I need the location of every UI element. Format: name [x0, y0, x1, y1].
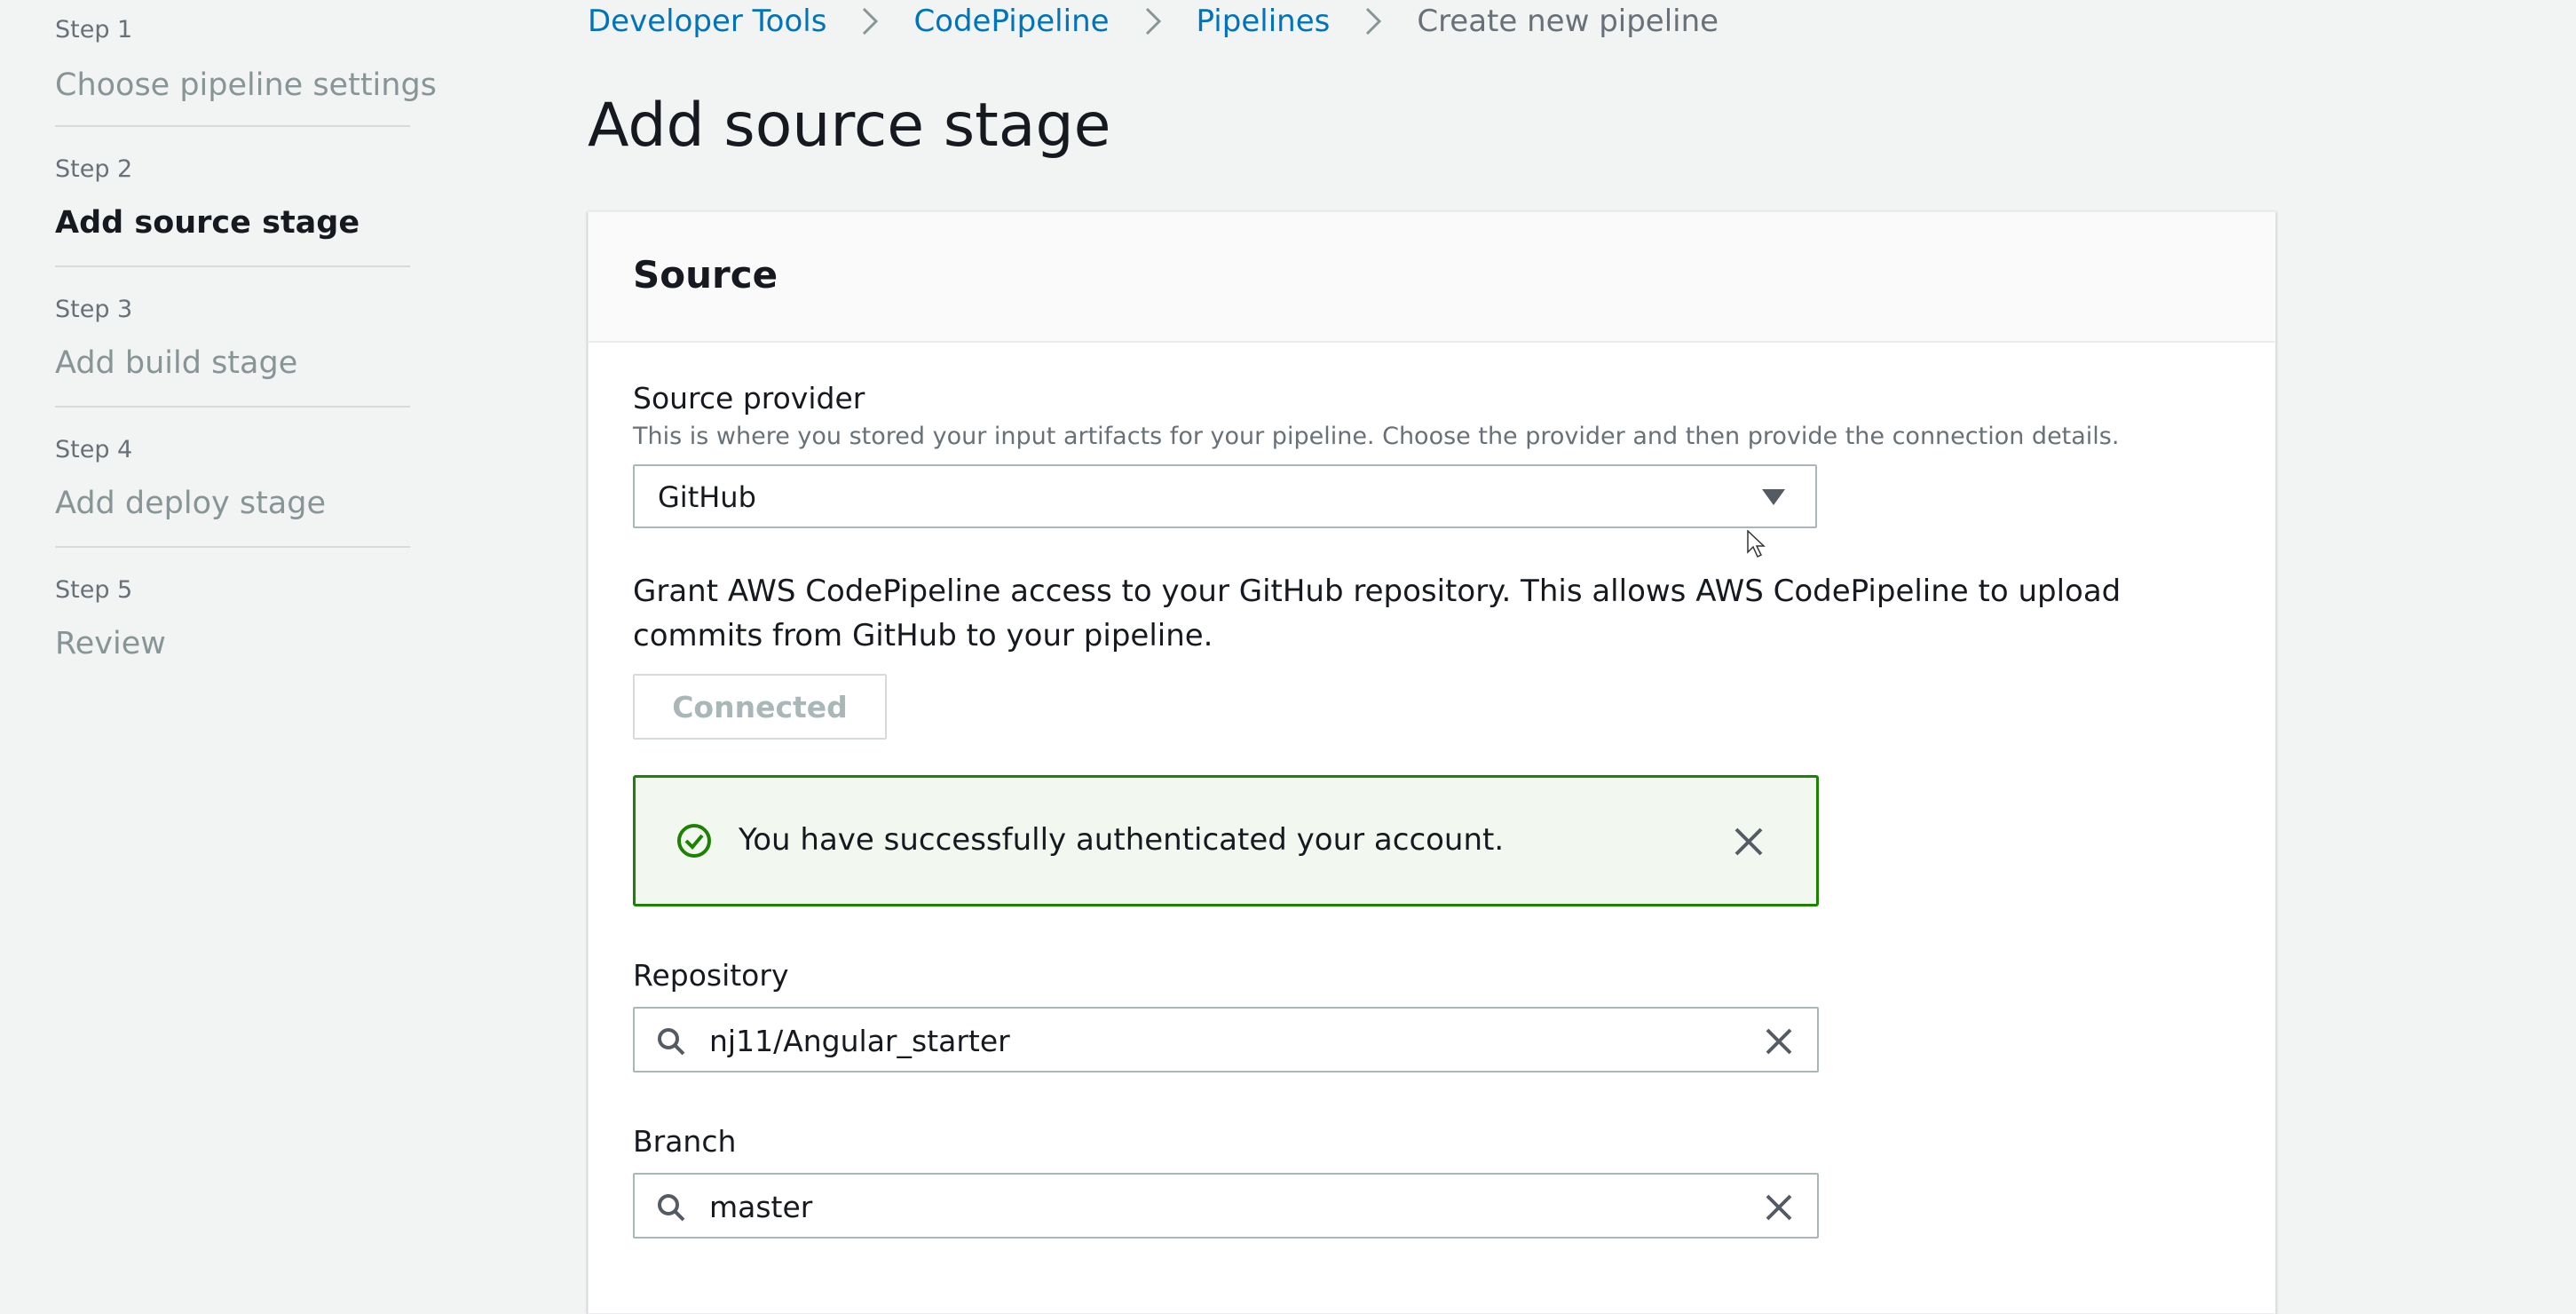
step-number: Step 4: [55, 436, 133, 463]
step-number: Step 3: [55, 296, 133, 323]
step-number: Step 5: [55, 576, 133, 604]
panel-title: Source: [633, 253, 778, 297]
close-icon[interactable]: [1733, 826, 1765, 858]
source-provider-select[interactable]: GitHub: [633, 464, 1817, 528]
breadcrumb: Developer Tools CodePipeline Pipelines C…: [588, 0, 1719, 43]
repository-label: Repository: [633, 958, 789, 993]
step-5[interactable]: Step 5 Review: [55, 548, 410, 686]
repository-value: nj11/Angular_starter: [709, 1024, 1010, 1058]
step-3[interactable]: Step 3 Add build stage: [55, 267, 410, 408]
step-4[interactable]: Step 4 Add deploy stage: [55, 408, 410, 548]
step-title[interactable]: Add build stage: [55, 345, 297, 381]
source-provider-label: Source provider: [633, 381, 865, 416]
breadcrumb-developer-tools[interactable]: Developer Tools: [588, 4, 826, 39]
step-title[interactable]: Review: [55, 626, 166, 661]
wizard-steps-nav: Step 1 Choose pipeline settings Step 2 A…: [55, 0, 437, 686]
caret-down-icon: [1762, 489, 1785, 505]
step-number: Step 2: [55, 155, 133, 183]
check-circle-icon: [677, 824, 711, 858]
source-provider-description: This is where you stored your input arti…: [633, 423, 2120, 450]
step-number: Step 1: [55, 16, 133, 44]
select-value: GitHub: [658, 480, 756, 514]
page-title: Add source stage: [588, 91, 1111, 161]
breadcrumb-current: Create new pipeline: [1417, 4, 1719, 39]
step-1[interactable]: Step 1 Choose pipeline settings: [55, 0, 437, 127]
chevron-right-icon: [863, 7, 879, 36]
success-alert: You have successfully authenticated your…: [633, 775, 1819, 906]
step-2[interactable]: Step 2 Add source stage: [55, 127, 410, 267]
search-icon: [658, 1028, 685, 1056]
branch-value: master: [709, 1190, 813, 1224]
source-panel: Source Source provider This is where you…: [588, 211, 2276, 1314]
connected-button[interactable]: Connected: [633, 674, 887, 740]
branch-input[interactable]: master: [633, 1173, 1819, 1239]
breadcrumb-codepipeline[interactable]: CodePipeline: [913, 4, 1109, 39]
step-title[interactable]: Add deploy stage: [55, 486, 326, 521]
clear-icon[interactable]: [1764, 1026, 1794, 1057]
chevron-right-icon: [1145, 7, 1161, 36]
repository-input[interactable]: nj11/Angular_starter: [633, 1007, 1819, 1073]
alert-message: You have successfully authenticated your…: [739, 822, 1505, 858]
grant-access-text: Grant AWS CodePipeline access to your Gi…: [633, 574, 2122, 653]
search-icon: [658, 1194, 685, 1222]
clear-icon[interactable]: [1764, 1192, 1794, 1223]
step-title-active: Add source stage: [55, 205, 360, 241]
branch-label: Branch: [633, 1124, 737, 1159]
step-title[interactable]: Choose pipeline settings: [55, 67, 437, 103]
mouse-cursor-icon: [1747, 530, 1766, 558]
chevron-right-icon: [1366, 7, 1382, 36]
breadcrumb-pipelines[interactable]: Pipelines: [1197, 4, 1331, 39]
panel-header: Source: [589, 212, 2275, 343]
